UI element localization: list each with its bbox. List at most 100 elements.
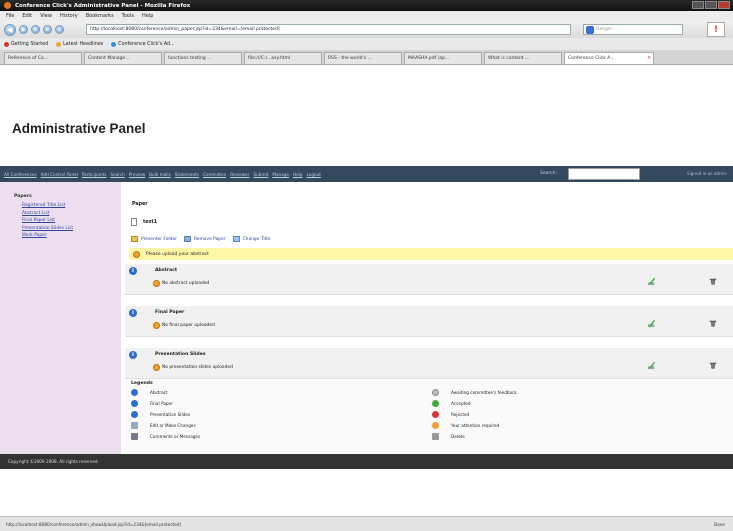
close-tab-icon[interactable]: ✕ [647, 56, 651, 61]
edit-icon[interactable] [647, 361, 656, 370]
abstract-section: i Abstract No abstract uploaded [125, 264, 733, 295]
delete-icon[interactable] [709, 277, 717, 286]
papers-sidebar: Papers Registered Title List Abstract Li… [0, 182, 121, 454]
addon-button[interactable]: ! [707, 22, 725, 37]
nav-committee[interactable]: Committee [203, 172, 226, 177]
legend: Legends Abstract Final Paper Presentatio… [125, 380, 733, 452]
google-icon [586, 26, 594, 34]
legend-label: Presentation Slides [150, 412, 191, 417]
back-button[interactable]: ◀ [4, 23, 16, 36]
info-icon [131, 389, 138, 396]
site-search-input[interactable] [568, 168, 640, 180]
tab-what-is-content[interactable]: What is content ... [484, 52, 562, 64]
nav-reviewer[interactable]: Reviewer [230, 172, 249, 177]
rss-icon [56, 41, 62, 47]
accepted-icon [432, 400, 439, 407]
close-window-button[interactable] [718, 1, 730, 9]
bookmark-latest-headlines[interactable]: Latest Headlines [56, 41, 104, 47]
legend-label: Rejected [451, 412, 470, 417]
final-paper-section: i Final Paper No final paper uploaded [125, 306, 733, 337]
pencil-icon [131, 422, 138, 429]
section-status: No final paper uploaded [153, 322, 215, 329]
clock-icon [432, 389, 439, 396]
menu-history[interactable]: History [60, 13, 78, 19]
page-title: Administrative Panel [12, 121, 146, 136]
menu-edit[interactable]: Edit [22, 13, 32, 19]
legend-item: Awaiting committee's feedback [432, 389, 517, 396]
menu-file[interactable]: File [6, 13, 14, 19]
tab-maasha-pdf[interactable]: MAASHA.pdf (ap... [404, 52, 482, 64]
edit-icon[interactable] [647, 319, 656, 328]
tab-strip: Reference of Co... Content Manage... fun… [0, 50, 733, 65]
search-box[interactable]: Google [583, 24, 683, 35]
tab-content-manage[interactable]: Content Manage... [84, 52, 162, 64]
edit-icon[interactable] [647, 277, 656, 286]
sidebar-item-final-paper-list[interactable]: Final Paper List [22, 218, 121, 223]
tab-label: file:///C:/...asy.html [248, 56, 291, 61]
url-text: http://localhost:8080/conference/admin_p… [90, 27, 280, 32]
delete-icon[interactable] [709, 319, 717, 328]
menu-tools[interactable]: Tools [122, 13, 134, 19]
info-icon: i [129, 351, 137, 359]
minimize-button[interactable] [692, 1, 704, 9]
page-icon [111, 41, 117, 47]
tab-reference[interactable]: Reference of Co... [4, 52, 82, 64]
nav-logout[interactable]: Logout [307, 172, 321, 177]
nav-all-conferences[interactable]: All Conferences [4, 172, 37, 177]
menu-bookmarks[interactable]: Bookmarks [86, 13, 114, 19]
tab-conference-click[interactable]: Conference Click A... ✕ [564, 52, 654, 64]
document-icon [131, 218, 137, 226]
nav-help[interactable]: Help [293, 172, 303, 177]
stop-button[interactable]: ✕ [43, 25, 52, 34]
nav-preview[interactable]: Preview [129, 172, 145, 177]
nav-search[interactable]: Search [110, 172, 124, 177]
presenter-folder-link[interactable]: Presenter Folder [141, 237, 177, 242]
presentation-slides-section: i Presentation Slides No presentation sl… [125, 348, 733, 379]
reload-button[interactable]: ↻ [31, 25, 40, 34]
warning-icon [153, 322, 160, 329]
change-title-link[interactable]: Change Title [243, 237, 271, 242]
remove-paper-link[interactable]: Remove Paper [194, 237, 226, 242]
legend-label: Final Paper [150, 401, 173, 406]
warning-icon [153, 280, 160, 287]
legend-label: Delete [451, 434, 465, 439]
window-controls [692, 1, 730, 9]
firefox-bookmark-icon [4, 41, 9, 47]
tab-rss[interactable]: RSS - the world's ... [324, 52, 402, 64]
sidebar-item-registered-title-list[interactable]: Registered Title List [22, 203, 121, 208]
legend-item: Your attention required [432, 422, 499, 429]
legend-item: Edit or Make Changes [131, 422, 196, 429]
section-title: Final Paper [155, 310, 185, 315]
tab-label: Content Manage... [88, 56, 130, 61]
nav-participants[interactable]: Participants [82, 172, 107, 177]
sidebar-item-presentation-slides-list[interactable]: Presentation Slides List [22, 226, 121, 231]
site-search-label: Search: [540, 171, 557, 176]
warning-icon [153, 364, 160, 371]
paper-name-row: test1 [131, 218, 157, 226]
bookmark-getting-started[interactable]: Getting Started [4, 41, 48, 47]
tab-functions-testing[interactable]: functions testing ... [164, 52, 242, 64]
sidebar-item-mark-paper[interactable]: Mark Paper [22, 233, 121, 238]
menu-help[interactable]: Help [142, 13, 153, 19]
nav-statements[interactable]: Statements [175, 172, 199, 177]
tab-label: Reference of Co... [8, 56, 48, 61]
tab-file-local[interactable]: file:///C:/...asy.html [244, 52, 322, 64]
maximize-button[interactable] [705, 1, 717, 9]
home-button[interactable]: ⌂ [55, 25, 64, 34]
url-bar[interactable]: http://localhost:8080/conference/admin_p… [86, 24, 571, 35]
forward-button[interactable]: ▶ [19, 25, 28, 34]
sidebar-item-abstract-list[interactable]: Abstract List [22, 211, 121, 216]
signed-in-text: Signed in as admin [686, 171, 727, 176]
bookmark-conference-click[interactable]: Conference Click's Ad... [111, 41, 175, 47]
bookmark-label: Latest Headlines [63, 41, 104, 47]
menu-view[interactable]: View [40, 13, 52, 19]
notice-text: Please upload your abstract [146, 251, 209, 257]
nav-submit[interactable]: Submit [253, 172, 268, 177]
legend-item: Final Paper [131, 400, 173, 407]
delete-icon[interactable] [709, 361, 717, 370]
status-done: Done [713, 522, 725, 527]
nav-bulk-mails[interactable]: Bulk mails [149, 172, 171, 177]
nav-manage[interactable]: Manage [272, 172, 289, 177]
nav-add-control-panel[interactable]: Add Control Panel [41, 172, 78, 177]
paper-name: test1 [143, 219, 158, 225]
